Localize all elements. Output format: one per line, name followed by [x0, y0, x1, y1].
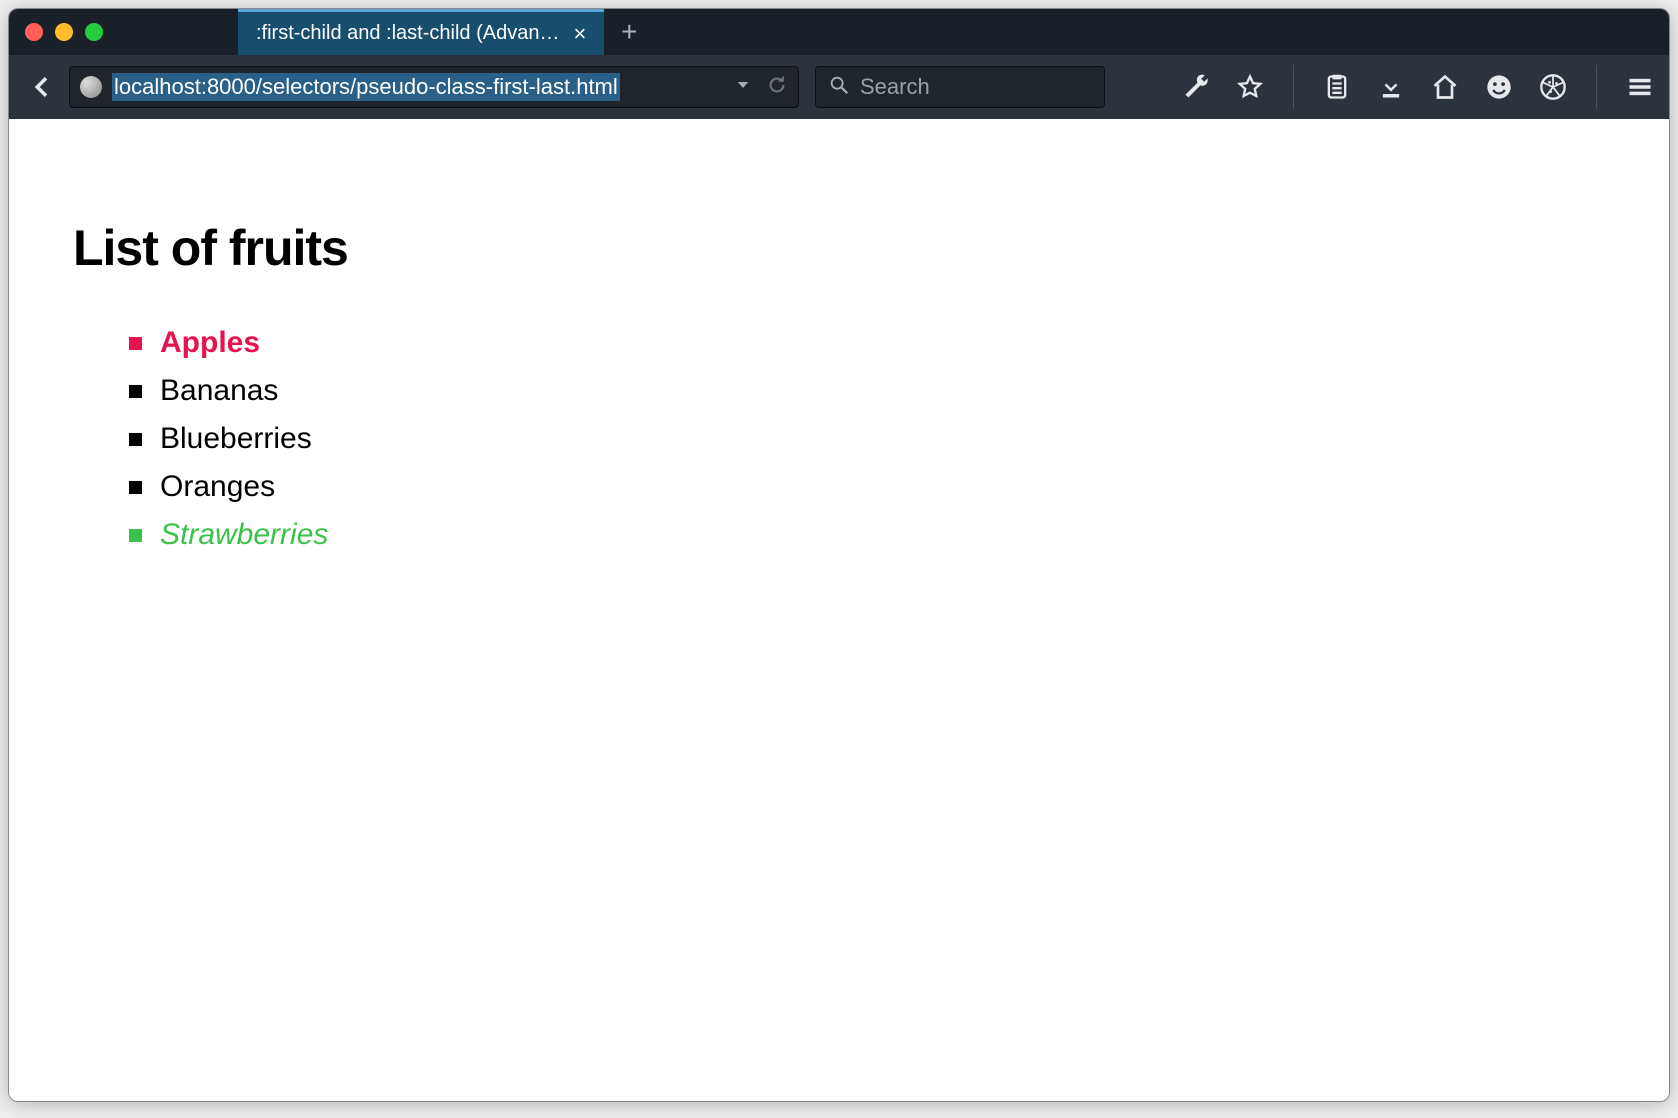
close-tab-icon[interactable]: ×: [573, 23, 586, 45]
clipboard-icon[interactable]: [1322, 72, 1352, 102]
tab-active[interactable]: :first-child and :last-child (Advan… ×: [238, 9, 604, 55]
star-icon[interactable]: [1235, 72, 1265, 102]
dropdown-icon[interactable]: [734, 76, 752, 99]
bullet-icon: [129, 529, 142, 542]
page-heading: List of fruits: [73, 219, 1605, 277]
list-item-label: Apples: [160, 319, 260, 367]
toolbar-icons: [1181, 65, 1655, 109]
smiley-icon[interactable]: [1484, 72, 1514, 102]
home-icon[interactable]: [1430, 72, 1460, 102]
browser-window: :first-child and :last-child (Advan… × +…: [8, 8, 1670, 1102]
close-window-button[interactable]: [25, 23, 43, 41]
bullet-icon: [129, 337, 142, 350]
bullet-icon: [129, 385, 142, 398]
bullet-icon: [129, 433, 142, 446]
titlebar: :first-child and :last-child (Advan… × +: [9, 9, 1669, 55]
download-icon[interactable]: [1376, 72, 1406, 102]
bullet-icon: [129, 481, 142, 494]
list-item-label: Blueberries: [160, 415, 312, 463]
toolbar-divider-2: [1596, 65, 1597, 109]
hamburger-icon[interactable]: [1625, 72, 1655, 102]
url-text: localhost:8000/selectors/pseudo-class-fi…: [112, 73, 620, 101]
list-item: Blueberries: [129, 415, 1605, 463]
wrench-icon[interactable]: [1181, 72, 1211, 102]
tab-title: :first-child and :last-child (Advan…: [256, 22, 559, 45]
fruit-list: Apples Bananas Blueberries Oranges Straw…: [73, 319, 1605, 559]
page-viewport: List of fruits Apples Bananas Blueberrie…: [9, 119, 1669, 1101]
list-item: Apples: [129, 319, 1605, 367]
list-item: Oranges: [129, 463, 1605, 511]
list-item: Strawberries: [129, 511, 1605, 559]
tab-strip: :first-child and :last-child (Advan… × +: [238, 9, 654, 55]
back-button[interactable]: [23, 72, 59, 102]
address-bar-actions: [734, 74, 788, 101]
reload-icon[interactable]: [766, 74, 788, 101]
zoom-window-button[interactable]: [85, 23, 103, 41]
search-icon: [828, 74, 850, 101]
address-bar[interactable]: localhost:8000/selectors/pseudo-class-fi…: [69, 66, 799, 108]
toolbar: localhost:8000/selectors/pseudo-class-fi…: [9, 55, 1669, 119]
pizza-icon[interactable]: [1538, 72, 1568, 102]
search-placeholder: Search: [860, 74, 930, 100]
window-controls: [25, 23, 103, 41]
new-tab-button[interactable]: +: [604, 9, 654, 55]
list-item-label: Strawberries: [160, 511, 328, 559]
list-item: Bananas: [129, 367, 1605, 415]
search-bar[interactable]: Search: [815, 66, 1105, 108]
list-item-label: Oranges: [160, 463, 275, 511]
list-item-label: Bananas: [160, 367, 278, 415]
minimize-window-button[interactable]: [55, 23, 73, 41]
toolbar-divider: [1293, 65, 1294, 109]
globe-icon: [80, 76, 102, 98]
